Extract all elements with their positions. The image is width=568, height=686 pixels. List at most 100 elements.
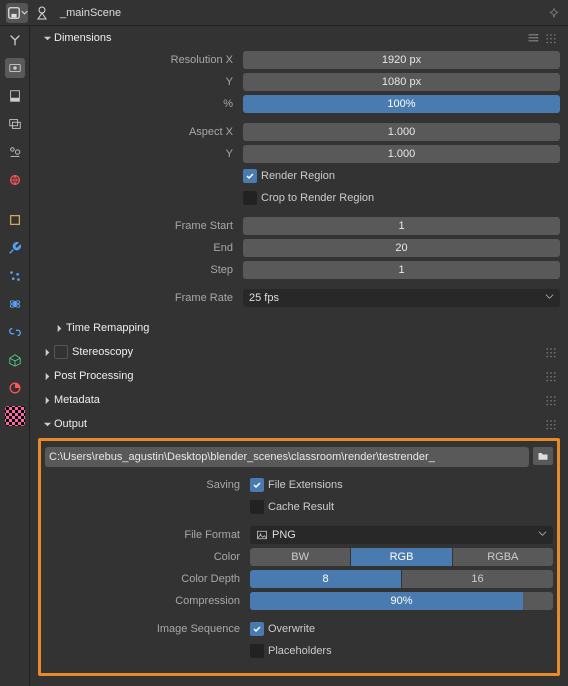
placeholders-label: Placeholders (268, 645, 332, 657)
resolution-x-label: Resolution X (38, 54, 243, 66)
file-format-label: File Format (45, 529, 250, 541)
time-remapping-header[interactable]: Time Remapping (38, 316, 560, 340)
resolution-y-label: Y (38, 76, 243, 88)
constraints-icon[interactable] (5, 322, 25, 342)
resolution-x-input[interactable]: 1920 px (243, 51, 560, 69)
metadata-header[interactable]: Metadata (38, 388, 560, 412)
frame-end-label: End (38, 242, 243, 254)
compression-label: Compression (45, 595, 250, 607)
depth-16-button[interactable]: 16 (402, 570, 553, 588)
overwrite-checkbox[interactable] (250, 622, 264, 636)
dimensions-header[interactable]: Dimensions (38, 26, 560, 50)
compression-value: 90% (250, 592, 553, 610)
frame-rate-label: Frame Rate (38, 292, 243, 304)
color-label: Color (45, 551, 250, 563)
stereoscopy-header[interactable]: Stereoscopy (38, 340, 560, 364)
options-icon[interactable] (544, 417, 558, 431)
object-icon[interactable] (5, 210, 25, 230)
physics-icon[interactable] (5, 294, 25, 314)
output-properties-icon[interactable] (5, 86, 25, 106)
render-region-label: Render Region (261, 170, 335, 182)
frame-step-input[interactable]: 1 (243, 261, 560, 279)
stereoscopy-checkbox[interactable] (54, 345, 68, 359)
cache-result-checkbox[interactable] (250, 500, 264, 514)
frame-rate-value: 25 fps (249, 292, 279, 304)
chevron-down-icon (21, 9, 28, 16)
section-label: Post Processing (54, 370, 544, 382)
output-panel-highlight: C:\Users\rebus_agustin\Desktop\blender_s… (38, 438, 560, 676)
frame-end-input[interactable]: 20 (243, 239, 560, 257)
pin-icon[interactable] (546, 5, 562, 21)
color-bw-button[interactable]: BW (250, 548, 350, 566)
section-label: Output (54, 418, 544, 430)
texture-icon[interactable] (5, 406, 25, 426)
aspect-y-input[interactable]: 1.000 (243, 145, 560, 163)
resolution-y-input[interactable]: 1080 px (243, 73, 560, 91)
properties-content: Dimensions Resolution X1920 px Y1080 px … (30, 26, 568, 686)
collapse-icon (40, 348, 54, 357)
scene-icon (34, 5, 50, 21)
resolution-pct-input[interactable]: 100% (243, 95, 560, 113)
frame-step-label: Step (38, 264, 243, 276)
file-extensions-checkbox[interactable] (250, 478, 264, 492)
placeholders-checkbox[interactable] (250, 644, 264, 658)
world-icon[interactable] (5, 170, 25, 190)
browse-folder-button[interactable] (533, 447, 553, 465)
depth-8-button[interactable]: 8 (250, 570, 401, 588)
post-processing-header[interactable]: Post Processing (38, 364, 560, 388)
color-rgba-button[interactable]: RGBA (453, 548, 553, 566)
section-label: Dimensions (54, 32, 526, 44)
view-layer-icon[interactable] (5, 114, 25, 134)
collapse-icon (40, 372, 54, 381)
section-label: Metadata (54, 394, 544, 406)
options-icon[interactable] (544, 345, 558, 359)
saving-label: Saving (45, 479, 250, 491)
cache-result-label: Cache Result (268, 501, 334, 513)
image-icon (256, 529, 268, 541)
frame-start-input[interactable]: 1 (243, 217, 560, 235)
particles-icon[interactable] (5, 266, 25, 286)
image-sequence-label: Image Sequence (45, 623, 250, 635)
file-format-select[interactable]: PNG (250, 526, 553, 544)
material-icon[interactable] (5, 378, 25, 398)
scene-props-icon[interactable] (5, 142, 25, 162)
collapse-icon (52, 324, 66, 333)
color-rgb-button[interactable]: RGB (351, 548, 451, 566)
modifier-icon[interactable] (5, 238, 25, 258)
overwrite-label: Overwrite (268, 623, 315, 635)
crop-region-checkbox[interactable] (243, 191, 257, 205)
tool-icon[interactable] (5, 30, 25, 50)
color-depth-label: Color Depth (45, 573, 250, 585)
chevron-down-icon (545, 292, 554, 304)
folder-icon (537, 450, 549, 462)
section-label: Time Remapping (66, 322, 558, 334)
editor-type-dropdown[interactable] (6, 3, 28, 23)
header-bar: _mainScene (0, 0, 568, 26)
compression-slider[interactable]: 90% (250, 592, 553, 610)
expand-icon (40, 34, 54, 43)
disk-icon (7, 6, 21, 20)
frame-rate-select[interactable]: 25 fps (243, 289, 560, 307)
aspect-x-input[interactable]: 1.000 (243, 123, 560, 141)
render-icon[interactable] (5, 58, 25, 78)
context-sidebar (0, 26, 30, 686)
chevron-down-icon (538, 529, 547, 541)
options-icon[interactable] (544, 31, 558, 45)
output-path-text: C:\Users\rebus_agustin\Desktop\blender_s… (49, 451, 525, 463)
options-icon[interactable] (544, 369, 558, 383)
file-format-value: PNG (272, 529, 296, 541)
aspect-x-label: Aspect X (38, 126, 243, 138)
mesh-data-icon[interactable] (5, 350, 25, 370)
render-region-checkbox[interactable] (243, 169, 257, 183)
crop-region-label: Crop to Render Region (261, 192, 374, 204)
section-label: Stereoscopy (72, 346, 544, 358)
options-icon[interactable] (544, 393, 558, 407)
frame-start-label: Frame Start (38, 220, 243, 232)
preset-menu-icon[interactable] (526, 31, 540, 45)
expand-icon (40, 420, 54, 429)
color-depth-group: 8 16 (250, 570, 553, 588)
color-mode-group: BW RGB RGBA (250, 548, 553, 566)
file-extensions-label: File Extensions (268, 479, 343, 491)
output-path-input[interactable]: C:\Users\rebus_agustin\Desktop\blender_s… (45, 447, 529, 467)
output-header[interactable]: Output (38, 412, 560, 436)
